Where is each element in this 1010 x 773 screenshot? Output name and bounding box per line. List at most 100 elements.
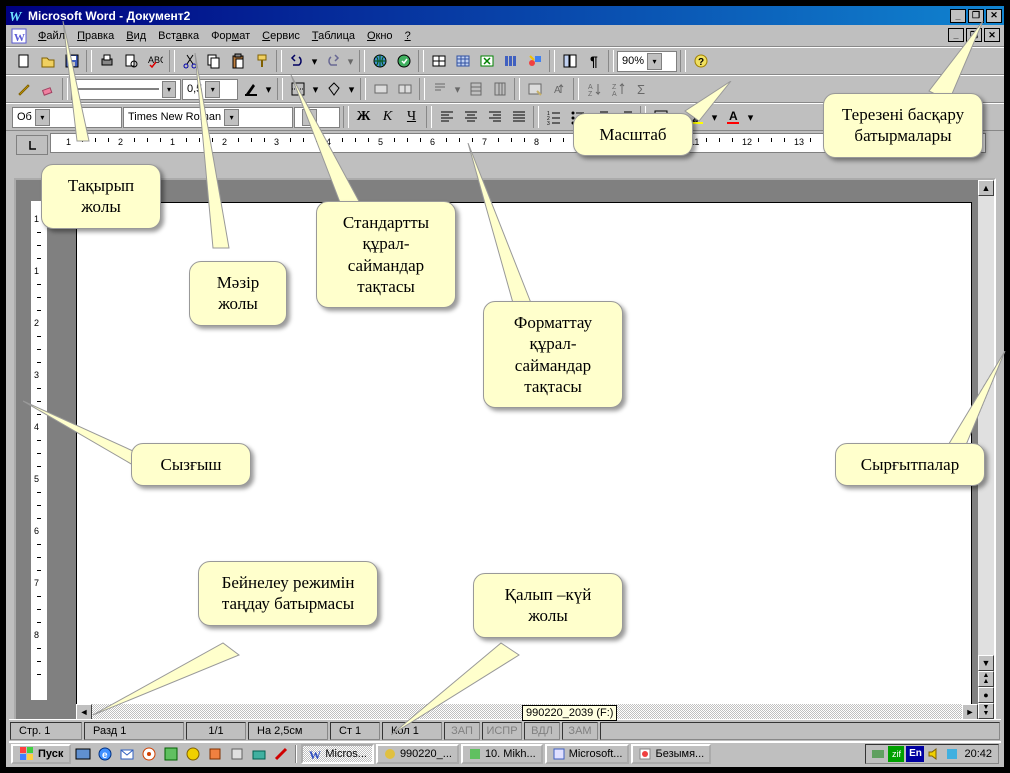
svg-text:¶: ¶ <box>590 53 598 69</box>
text-direction-button[interactable]: A <box>547 78 570 100</box>
menu-table[interactable]: Таблица <box>306 28 361 44</box>
menu-format[interactable]: Формат <box>205 28 256 44</box>
distribute-cols-button[interactable] <box>488 78 511 100</box>
callout-std-toolbar: Стандартты құрал-саймандар тақтасы <box>316 201 456 308</box>
callout-win-ctrl: Терезені басқару батырмалары <box>823 93 983 158</box>
split-cells-button[interactable] <box>393 78 416 100</box>
window-title: Microsoft Word - Документ2 <box>28 9 950 23</box>
quicklaunch-ie[interactable]: e <box>95 744 115 764</box>
browse-object-button[interactable]: ● <box>978 687 994 703</box>
zoom-combo[interactable]: 90% ▾ <box>617 51 677 72</box>
quicklaunch-item7[interactable] <box>205 744 225 764</box>
numbering-button[interactable]: 123 <box>542 106 565 128</box>
task-label: 990220_... <box>400 748 452 760</box>
task-item-word[interactable]: W Micros... <box>301 744 374 764</box>
align-dd[interactable]: ▾ <box>452 78 463 100</box>
quicklaunch-item10[interactable] <box>271 744 291 764</box>
tray-icon-zif[interactable]: zif <box>888 746 904 762</box>
tray-icon-1[interactable] <box>870 746 886 762</box>
taskbar: Пуск e W Micros... 990220_... 10. Mikh..… <box>9 741 1001 764</box>
align-center-button[interactable] <box>459 106 482 128</box>
scroll-down-button[interactable]: ▼ <box>978 655 994 671</box>
autosum-button[interactable]: Σ <box>630 78 653 100</box>
new-button[interactable] <box>12 50 35 72</box>
status-spacer <box>600 722 1000 740</box>
show-hide-button[interactable]: ¶ <box>582 50 605 72</box>
next-page-button[interactable]: ▼▼ <box>978 703 994 719</box>
line-style-dd-icon[interactable]: ▾ <box>162 81 176 98</box>
print-preview-button[interactable] <box>119 50 142 72</box>
menu-view[interactable]: Вид <box>120 28 152 44</box>
tables-borders-button[interactable] <box>427 50 450 72</box>
scroll-left-button[interactable]: ◄ <box>76 704 92 720</box>
quicklaunch-desktop[interactable] <box>73 744 93 764</box>
align-right-button[interactable] <box>483 106 506 128</box>
quicklaunch-item5[interactable] <box>161 744 181 764</box>
task-item-2[interactable]: 990220_... <box>376 744 459 764</box>
svg-text:?: ? <box>698 57 704 68</box>
sort-desc-button[interactable]: ZA <box>606 78 629 100</box>
quicklaunch-channels[interactable] <box>139 744 159 764</box>
title-bar: W Microsoft Word - Документ2 _ ❐ ✕ <box>6 6 1004 25</box>
web-toolbar-button[interactable] <box>392 50 415 72</box>
status-ovr[interactable]: ЗАМ <box>562 722 598 740</box>
align-justify-button[interactable] <box>507 106 530 128</box>
distribute-rows-button[interactable] <box>464 78 487 100</box>
excel-button[interactable] <box>475 50 498 72</box>
print-button[interactable] <box>95 50 118 72</box>
quicklaunch-item9[interactable] <box>249 744 269 764</box>
tray-volume-icon[interactable] <box>926 746 942 762</box>
callout-scrollbars: Сырғытпалар <box>835 443 985 486</box>
prev-page-button[interactable]: ▲▲ <box>978 671 994 687</box>
svg-text:Σ: Σ <box>637 82 645 97</box>
align-left-button[interactable] <box>435 106 458 128</box>
quicklaunch-item8[interactable] <box>227 744 247 764</box>
callout-menu: Мәзір жолы <box>189 261 287 326</box>
start-button[interactable]: Пуск <box>11 744 71 764</box>
standard-toolbar: ABC ▾ ▾ ¶ 90% ▾ ? <box>6 47 1004 75</box>
tray-icon-4[interactable] <box>944 746 960 762</box>
autoformat-button[interactable] <box>523 78 546 100</box>
border-color-dd[interactable]: ▾ <box>263 78 274 100</box>
insert-table-button[interactable] <box>451 50 474 72</box>
task-label: 10. Mikh... <box>485 748 536 760</box>
task-item-4[interactable]: Microsoft... <box>545 744 630 764</box>
document-icon[interactable]: W <box>10 27 30 45</box>
scroll-up-button[interactable]: ▲ <box>978 180 994 196</box>
help-button[interactable]: ? <box>689 50 712 72</box>
task-label: Micros... <box>325 748 367 760</box>
status-at: На 2,5см <box>248 722 328 740</box>
callout-zoom: Масштаб <box>573 113 693 156</box>
clock[interactable]: 20:42 <box>962 748 994 760</box>
callout-ruler: Сызғыш <box>131 443 251 486</box>
undo-dropdown[interactable]: ▾ <box>309 50 320 72</box>
sort-asc-button[interactable]: AZ <box>582 78 605 100</box>
menu-help[interactable]: ? <box>399 28 417 44</box>
redo-button[interactable] <box>321 50 344 72</box>
quicklaunch-item6[interactable] <box>183 744 203 764</box>
menu-service[interactable]: Сервис <box>256 28 306 44</box>
columns-button[interactable] <box>499 50 522 72</box>
menu-insert[interactable]: Вставка <box>152 28 205 44</box>
redo-dropdown[interactable]: ▾ <box>345 50 356 72</box>
task-label: Microsoft... <box>569 748 623 760</box>
svg-text:W: W <box>309 748 321 761</box>
drawing-button[interactable] <box>523 50 546 72</box>
task-item-5[interactable]: Безымя... <box>631 744 711 764</box>
zoom-dropdown-icon[interactable]: ▾ <box>647 53 662 70</box>
spellcheck-button[interactable]: ABC <box>143 50 166 72</box>
underline-button[interactable]: Ч <box>400 106 423 128</box>
scroll-right-button[interactable]: ► <box>962 704 978 720</box>
undo-button[interactable] <box>285 50 308 72</box>
hyperlink-button[interactable] <box>368 50 391 72</box>
menu-window[interactable]: Окно <box>361 28 399 44</box>
svg-text:A: A <box>588 84 593 91</box>
windows-logo-icon <box>19 746 35 762</box>
quicklaunch-oe[interactable] <box>117 744 137 764</box>
task-item-3[interactable]: 10. Mikh... <box>461 744 543 764</box>
lang-indicator[interactable]: En <box>906 746 924 762</box>
format-painter-button[interactable] <box>250 50 273 72</box>
doc-map-button[interactable] <box>558 50 581 72</box>
draw-table-button[interactable] <box>12 78 35 100</box>
align-top-button[interactable] <box>428 78 451 100</box>
